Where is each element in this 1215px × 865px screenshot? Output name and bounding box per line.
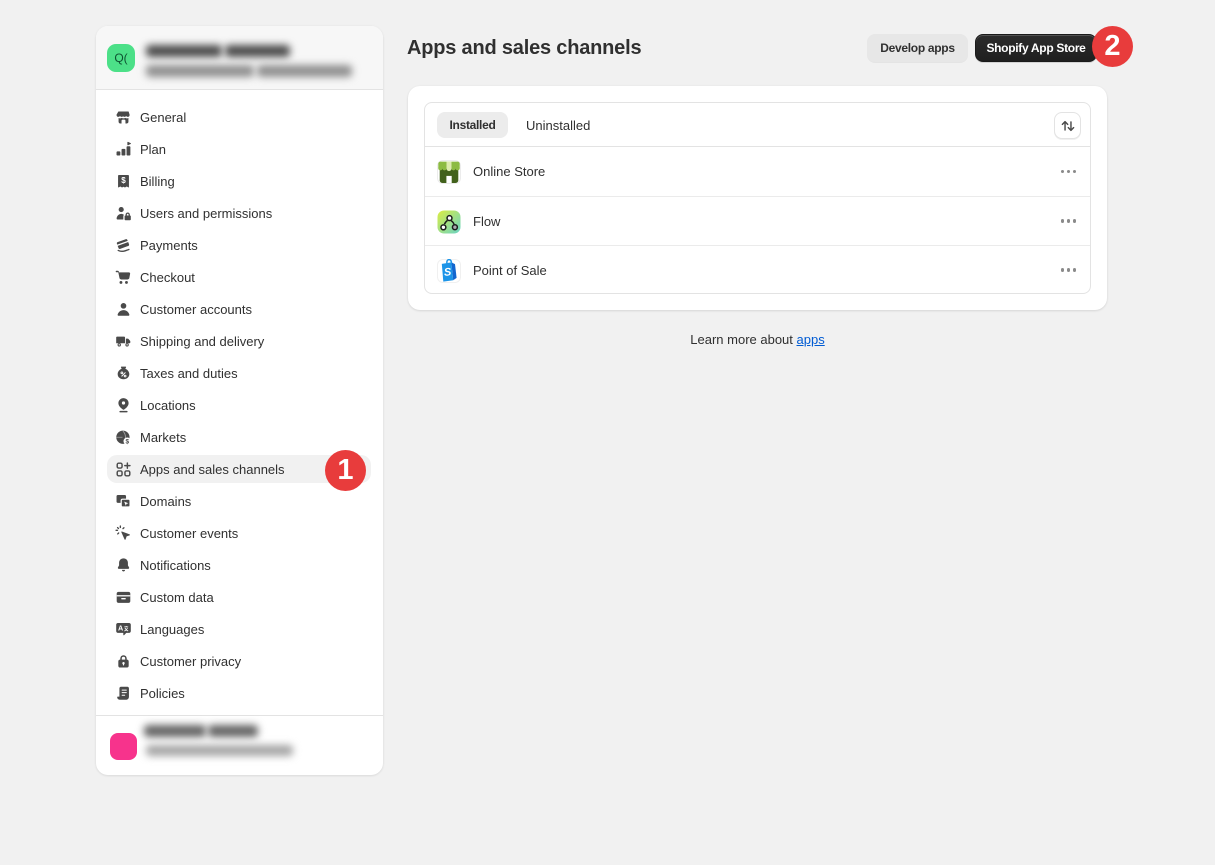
svg-text:$: $ [126, 438, 130, 445]
svg-text:$: $ [121, 176, 126, 185]
svg-text:A: A [118, 623, 124, 632]
